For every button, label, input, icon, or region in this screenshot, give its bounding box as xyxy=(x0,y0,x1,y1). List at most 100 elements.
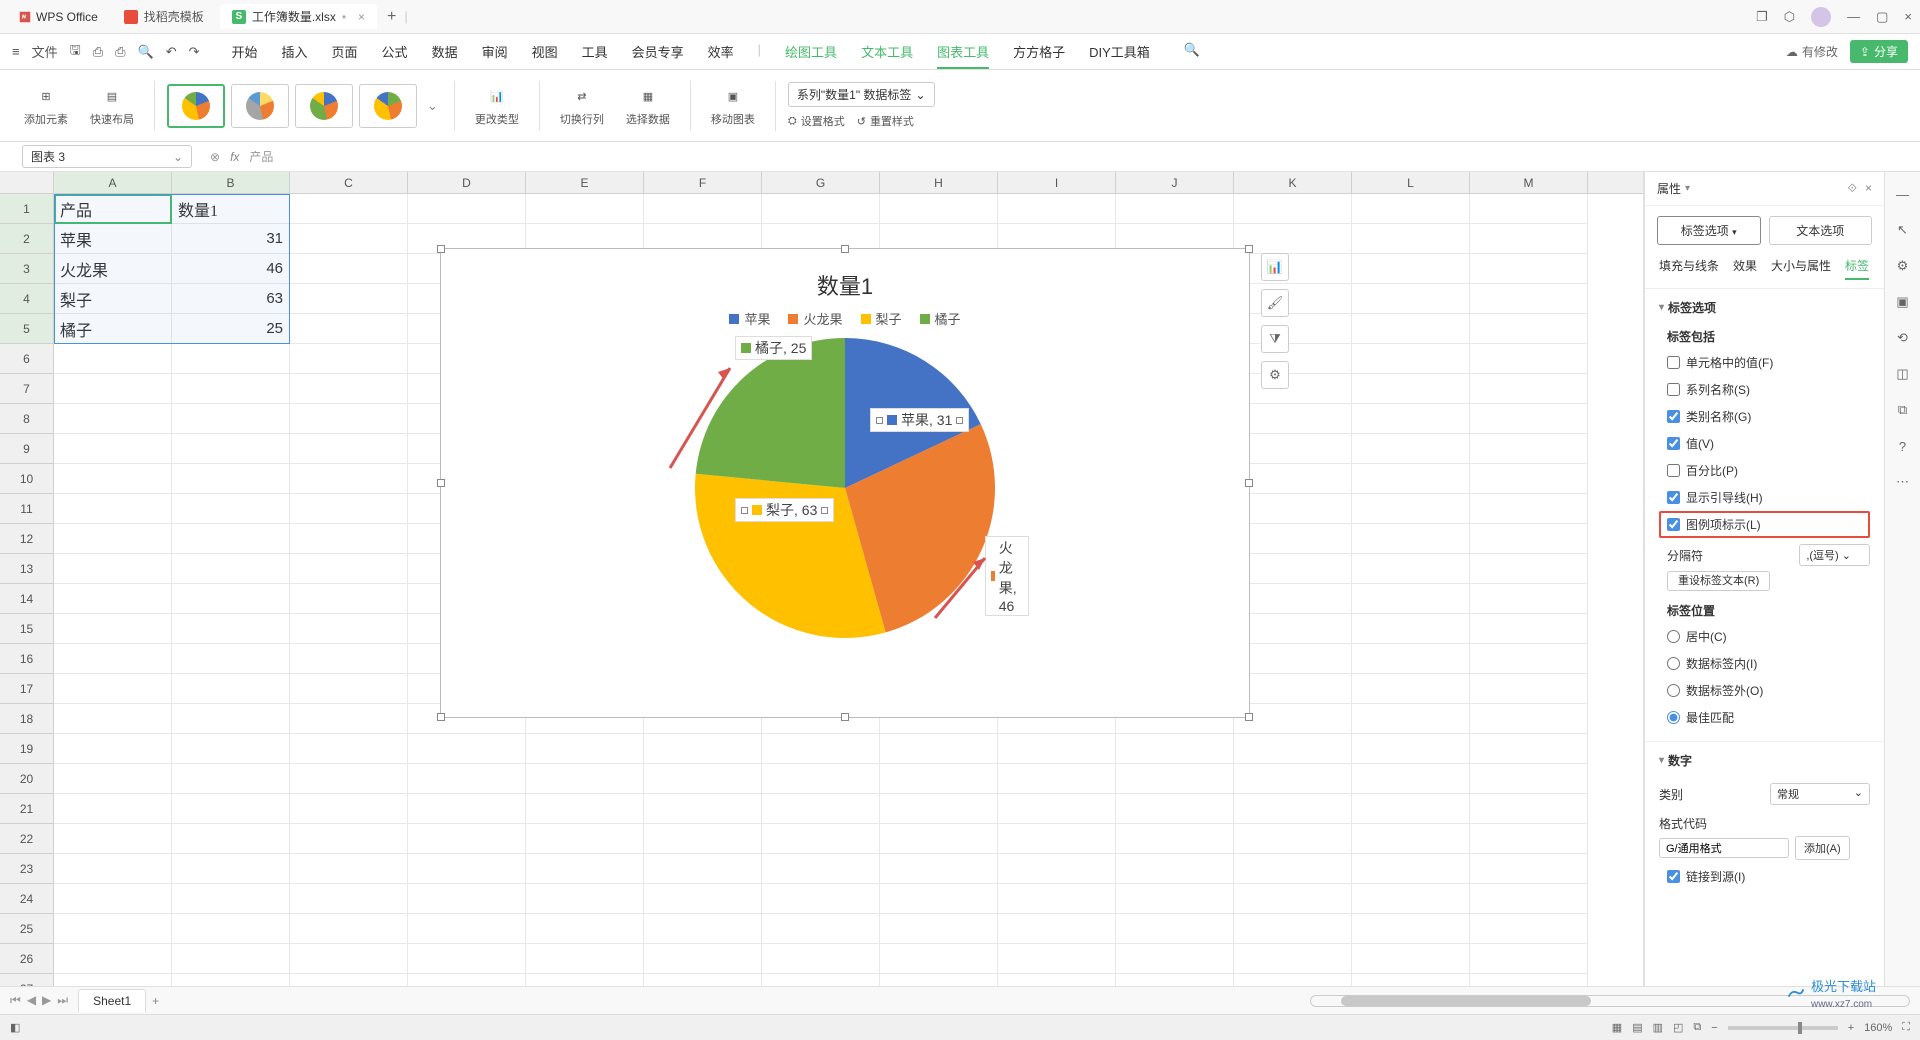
cell-empty[interactable] xyxy=(54,344,172,374)
menu-chart-tools[interactable]: 图表工具 xyxy=(937,42,989,69)
cell-B4[interactable]: 63 xyxy=(172,284,290,314)
next-sheet-icon[interactable]: ▶ xyxy=(42,993,51,1008)
split-view-icon[interactable]: ⧉ xyxy=(1693,1021,1701,1034)
cell-empty[interactable] xyxy=(408,944,526,974)
cell-empty[interactable] xyxy=(762,764,880,794)
minimize-icon[interactable]: — xyxy=(1847,9,1860,24)
cell-empty[interactable] xyxy=(1470,734,1588,764)
chart-title[interactable]: 数量1 xyxy=(441,249,1249,309)
row-18[interactable]: 18 xyxy=(0,704,54,734)
cell-empty[interactable] xyxy=(1352,974,1470,986)
cell-empty[interactable] xyxy=(1234,674,1352,704)
cell-empty[interactable] xyxy=(998,854,1116,884)
cell-empty[interactable] xyxy=(172,644,290,674)
cell-empty[interactable] xyxy=(408,914,526,944)
cell-empty[interactable] xyxy=(408,824,526,854)
select-data-button[interactable]: ▦ 选择数据 xyxy=(618,85,678,127)
cell-empty[interactable] xyxy=(644,824,762,854)
cell-empty[interactable] xyxy=(1234,764,1352,794)
row-25[interactable]: 25 xyxy=(0,914,54,944)
col-B[interactable]: B xyxy=(172,172,290,193)
chk-link-source[interactable]: 链接到源(I) xyxy=(1659,860,1870,890)
cell-empty[interactable] xyxy=(290,644,408,674)
cell-empty[interactable] xyxy=(172,524,290,554)
cell-A3[interactable]: 火龙果 xyxy=(54,254,172,284)
cell-empty[interactable] xyxy=(54,674,172,704)
cell-empty[interactable] xyxy=(54,554,172,584)
cell-empty[interactable] xyxy=(644,944,762,974)
cell-empty[interactable] xyxy=(1352,824,1470,854)
more-icon[interactable]: ⋯ xyxy=(1893,472,1913,492)
cancel-icon[interactable]: ⊗ xyxy=(210,150,220,164)
cell-empty[interactable] xyxy=(290,884,408,914)
chk-value[interactable]: 值(V) xyxy=(1659,430,1870,457)
cell-empty[interactable] xyxy=(1352,584,1470,614)
help-icon[interactable]: ? xyxy=(1893,436,1913,456)
cell-empty[interactable] xyxy=(54,434,172,464)
cell-empty[interactable] xyxy=(54,794,172,824)
cell-empty[interactable] xyxy=(880,734,998,764)
cell-empty[interactable] xyxy=(408,734,526,764)
resize-handle[interactable] xyxy=(1245,245,1253,253)
pie-style-1[interactable] xyxy=(167,84,225,128)
cell-empty[interactable] xyxy=(1470,974,1588,986)
cell-empty[interactable] xyxy=(880,884,998,914)
cell-empty[interactable] xyxy=(1234,884,1352,914)
chart-settings-button[interactable]: ⚙ xyxy=(1261,361,1289,389)
cell-empty[interactable] xyxy=(1234,434,1352,464)
cell-empty[interactable] xyxy=(644,734,762,764)
cell-empty[interactable] xyxy=(1470,854,1588,884)
cell-empty[interactable] xyxy=(172,554,290,584)
file-menu[interactable]: 文件 xyxy=(32,42,58,61)
maximize-icon[interactable]: ▢ xyxy=(1876,9,1888,25)
cell-empty[interactable] xyxy=(408,764,526,794)
cell-empty[interactable] xyxy=(290,554,408,584)
cell-empty[interactable] xyxy=(172,404,290,434)
tab-stencil[interactable]: 找稻壳模板 xyxy=(112,4,216,29)
cell-empty[interactable] xyxy=(1234,584,1352,614)
chk-leader-lines[interactable]: 显示引导线(H) xyxy=(1659,484,1870,511)
save-icon[interactable]: 🖫 xyxy=(70,41,81,63)
row-23[interactable]: 23 xyxy=(0,854,54,884)
cell-empty[interactable] xyxy=(290,734,408,764)
cell-empty[interactable] xyxy=(290,344,408,374)
cell-A5[interactable]: 橘子 xyxy=(54,314,172,344)
cell-empty[interactable] xyxy=(290,854,408,884)
cell-empty[interactable] xyxy=(526,974,644,986)
cell-empty[interactable] xyxy=(1470,434,1588,464)
data-label-orange[interactable]: 橘子, 25 xyxy=(735,336,812,360)
export-icon[interactable]: ⎙ xyxy=(93,44,103,60)
cell-A1[interactable]: 产品 xyxy=(54,194,172,224)
resize-handle[interactable] xyxy=(841,245,849,253)
cell-empty[interactable] xyxy=(1116,854,1234,884)
menu-insert[interactable]: 插入 xyxy=(282,42,308,61)
cell-empty[interactable] xyxy=(880,914,998,944)
separator-select[interactable]: ,(逗号) ⌄ xyxy=(1799,544,1870,566)
cell-empty[interactable] xyxy=(644,884,762,914)
share-button[interactable]: ⇪ 分享 xyxy=(1850,40,1908,63)
name-box[interactable]: 图表 3 ⌄ xyxy=(22,145,192,168)
collapse-icon[interactable]: — xyxy=(1893,184,1913,204)
cell-empty[interactable] xyxy=(172,584,290,614)
chart-legend[interactable]: 苹果 火龙果 梨子 橘子 xyxy=(441,309,1249,338)
cell-empty[interactable] xyxy=(1352,464,1470,494)
chart-icon[interactable]: ◫ xyxy=(1893,364,1913,384)
cell-empty[interactable] xyxy=(762,884,880,914)
cell-empty[interactable] xyxy=(998,884,1116,914)
cell-empty[interactable] xyxy=(290,464,408,494)
chart-elements-button[interactable]: 📊 xyxy=(1261,253,1289,281)
status-indicator-icon[interactable]: ◧ xyxy=(10,1021,20,1034)
cell-empty[interactable] xyxy=(1352,914,1470,944)
cell-empty[interactable] xyxy=(172,884,290,914)
cell-empty[interactable] xyxy=(1352,554,1470,584)
cell-empty[interactable] xyxy=(54,974,172,986)
radio-inside[interactable]: 数据标签内(I) xyxy=(1659,650,1870,677)
cell-empty[interactable] xyxy=(998,974,1116,986)
zoom-out-icon[interactable]: − xyxy=(1711,1022,1717,1034)
cell-empty[interactable] xyxy=(526,794,644,824)
cell-empty[interactable] xyxy=(1234,644,1352,674)
cell-empty[interactable] xyxy=(172,464,290,494)
cell-empty[interactable] xyxy=(1470,584,1588,614)
radio-outside[interactable]: 数据标签外(O) xyxy=(1659,677,1870,704)
menu-ffgz[interactable]: 方方格子 xyxy=(1013,42,1065,61)
